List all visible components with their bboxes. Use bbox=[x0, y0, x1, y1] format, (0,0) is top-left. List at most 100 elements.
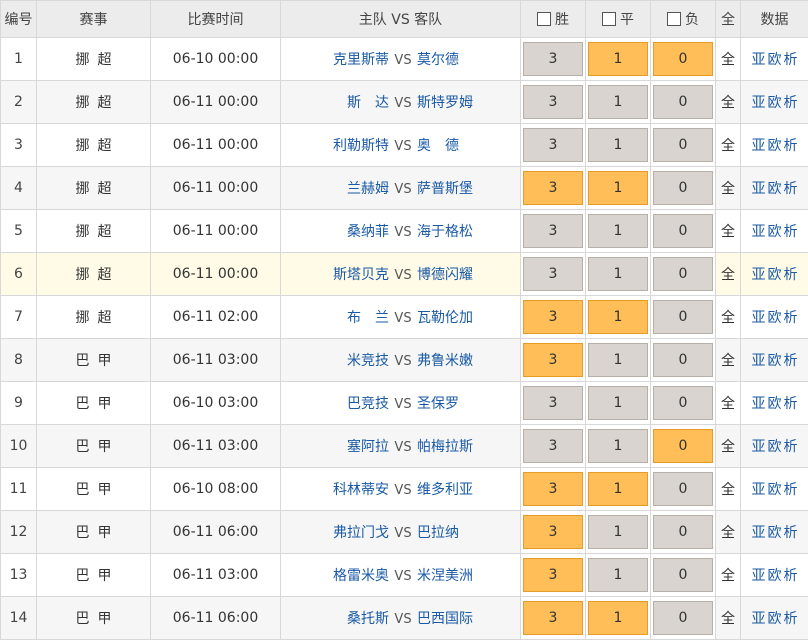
asia-odds-link[interactable]: 亚 bbox=[752, 267, 766, 283]
draw-odds-button[interactable]: 1 bbox=[588, 515, 648, 549]
euro-odds-link[interactable]: 欧 bbox=[768, 482, 782, 498]
win-odds-button[interactable]: 3 bbox=[523, 429, 583, 463]
home-team-link[interactable]: 桑纳菲 bbox=[284, 221, 389, 241]
away-team-link[interactable]: 圣保罗 bbox=[417, 393, 517, 413]
select-all-toggle[interactable]: 全 bbox=[716, 597, 741, 640]
win-odds-button[interactable]: 3 bbox=[523, 601, 583, 635]
home-team-link[interactable]: 格雷米奥 bbox=[284, 565, 389, 585]
lose-odds-button[interactable]: 0 bbox=[653, 257, 713, 291]
analysis-link[interactable]: 析 bbox=[784, 482, 798, 498]
draw-odds-button[interactable]: 1 bbox=[588, 429, 648, 463]
select-all-toggle[interactable]: 全 bbox=[716, 339, 741, 382]
asia-odds-link[interactable]: 亚 bbox=[752, 224, 766, 240]
lose-odds-button[interactable]: 0 bbox=[653, 214, 713, 248]
away-team-link[interactable]: 奥 德 bbox=[417, 135, 517, 155]
euro-odds-link[interactable]: 欧 bbox=[768, 396, 782, 412]
lose-odds-button[interactable]: 0 bbox=[653, 601, 713, 635]
analysis-link[interactable]: 析 bbox=[784, 310, 798, 326]
euro-odds-link[interactable]: 欧 bbox=[768, 353, 782, 369]
select-all-toggle[interactable]: 全 bbox=[716, 124, 741, 167]
analysis-link[interactable]: 析 bbox=[784, 224, 798, 240]
header-draw[interactable]: 平 bbox=[586, 1, 651, 38]
away-team-link[interactable]: 莫尔德 bbox=[417, 49, 517, 69]
draw-odds-button[interactable]: 1 bbox=[588, 386, 648, 420]
draw-odds-button[interactable]: 1 bbox=[588, 472, 648, 506]
win-odds-button[interactable]: 3 bbox=[523, 171, 583, 205]
away-team-link[interactable]: 米涅美洲 bbox=[417, 565, 517, 585]
lose-odds-button[interactable]: 0 bbox=[653, 472, 713, 506]
header-win[interactable]: 胜 bbox=[521, 1, 586, 38]
lose-odds-button[interactable]: 0 bbox=[653, 386, 713, 420]
select-all-toggle[interactable]: 全 bbox=[716, 296, 741, 339]
lose-odds-button[interactable]: 0 bbox=[653, 42, 713, 76]
lose-odds-button[interactable]: 0 bbox=[653, 429, 713, 463]
draw-odds-button[interactable]: 1 bbox=[588, 558, 648, 592]
asia-odds-link[interactable]: 亚 bbox=[752, 482, 766, 498]
home-team-link[interactable]: 米竞技 bbox=[284, 350, 389, 370]
lose-odds-button[interactable]: 0 bbox=[653, 558, 713, 592]
asia-odds-link[interactable]: 亚 bbox=[752, 310, 766, 326]
draw-odds-button[interactable]: 1 bbox=[588, 343, 648, 377]
home-team-link[interactable]: 弗拉门戈 bbox=[284, 522, 389, 542]
away-team-link[interactable]: 维多利亚 bbox=[417, 479, 517, 499]
win-odds-button[interactable]: 3 bbox=[523, 257, 583, 291]
asia-odds-link[interactable]: 亚 bbox=[752, 181, 766, 197]
draw-odds-button[interactable]: 1 bbox=[588, 128, 648, 162]
away-team-link[interactable]: 巴西国际 bbox=[417, 608, 517, 628]
win-odds-button[interactable]: 3 bbox=[523, 386, 583, 420]
header-lose[interactable]: 负 bbox=[651, 1, 716, 38]
home-team-link[interactable]: 兰赫姆 bbox=[284, 178, 389, 198]
select-all-toggle[interactable]: 全 bbox=[716, 81, 741, 124]
asia-odds-link[interactable]: 亚 bbox=[752, 353, 766, 369]
home-team-link[interactable]: 布 兰 bbox=[284, 307, 389, 327]
home-team-link[interactable]: 利勒斯特 bbox=[284, 135, 389, 155]
analysis-link[interactable]: 析 bbox=[784, 439, 798, 455]
analysis-link[interactable]: 析 bbox=[784, 525, 798, 541]
lose-odds-button[interactable]: 0 bbox=[653, 128, 713, 162]
analysis-link[interactable]: 析 bbox=[784, 568, 798, 584]
home-team-link[interactable]: 科林蒂安 bbox=[284, 479, 389, 499]
away-team-link[interactable]: 巴拉纳 bbox=[417, 522, 517, 542]
select-all-toggle[interactable]: 全 bbox=[716, 468, 741, 511]
home-team-link[interactable]: 克里斯蒂 bbox=[284, 49, 389, 69]
away-team-link[interactable]: 帕梅拉斯 bbox=[417, 436, 517, 456]
asia-odds-link[interactable]: 亚 bbox=[752, 611, 766, 627]
away-team-link[interactable]: 斯特罗姆 bbox=[417, 92, 517, 112]
away-team-link[interactable]: 海于格松 bbox=[417, 221, 517, 241]
analysis-link[interactable]: 析 bbox=[784, 95, 798, 111]
analysis-link[interactable]: 析 bbox=[784, 611, 798, 627]
euro-odds-link[interactable]: 欧 bbox=[768, 224, 782, 240]
away-team-link[interactable]: 博德闪耀 bbox=[417, 264, 517, 284]
home-team-link[interactable]: 斯塔贝克 bbox=[284, 264, 389, 284]
euro-odds-link[interactable]: 欧 bbox=[768, 525, 782, 541]
lose-checkbox[interactable] bbox=[667, 12, 681, 26]
lose-odds-button[interactable]: 0 bbox=[653, 343, 713, 377]
euro-odds-link[interactable]: 欧 bbox=[768, 138, 782, 154]
euro-odds-link[interactable]: 欧 bbox=[768, 95, 782, 111]
draw-checkbox[interactable] bbox=[602, 12, 616, 26]
lose-odds-button[interactable]: 0 bbox=[653, 515, 713, 549]
euro-odds-link[interactable]: 欧 bbox=[768, 52, 782, 68]
lose-odds-button[interactable]: 0 bbox=[653, 171, 713, 205]
asia-odds-link[interactable]: 亚 bbox=[752, 439, 766, 455]
win-odds-button[interactable]: 3 bbox=[523, 300, 583, 334]
away-team-link[interactable]: 弗鲁米嫩 bbox=[417, 350, 517, 370]
asia-odds-link[interactable]: 亚 bbox=[752, 52, 766, 68]
euro-odds-link[interactable]: 欧 bbox=[768, 439, 782, 455]
analysis-link[interactable]: 析 bbox=[784, 396, 798, 412]
win-odds-button[interactable]: 3 bbox=[523, 515, 583, 549]
lose-odds-button[interactable]: 0 bbox=[653, 300, 713, 334]
asia-odds-link[interactable]: 亚 bbox=[752, 396, 766, 412]
select-all-toggle[interactable]: 全 bbox=[716, 511, 741, 554]
draw-odds-button[interactable]: 1 bbox=[588, 85, 648, 119]
asia-odds-link[interactable]: 亚 bbox=[752, 568, 766, 584]
win-odds-button[interactable]: 3 bbox=[523, 128, 583, 162]
win-odds-button[interactable]: 3 bbox=[523, 214, 583, 248]
home-team-link[interactable]: 斯 达 bbox=[284, 92, 389, 112]
analysis-link[interactable]: 析 bbox=[784, 267, 798, 283]
euro-odds-link[interactable]: 欧 bbox=[768, 267, 782, 283]
select-all-toggle[interactable]: 全 bbox=[716, 253, 741, 296]
home-team-link[interactable]: 巴竞技 bbox=[284, 393, 389, 413]
win-odds-button[interactable]: 3 bbox=[523, 85, 583, 119]
select-all-toggle[interactable]: 全 bbox=[716, 167, 741, 210]
